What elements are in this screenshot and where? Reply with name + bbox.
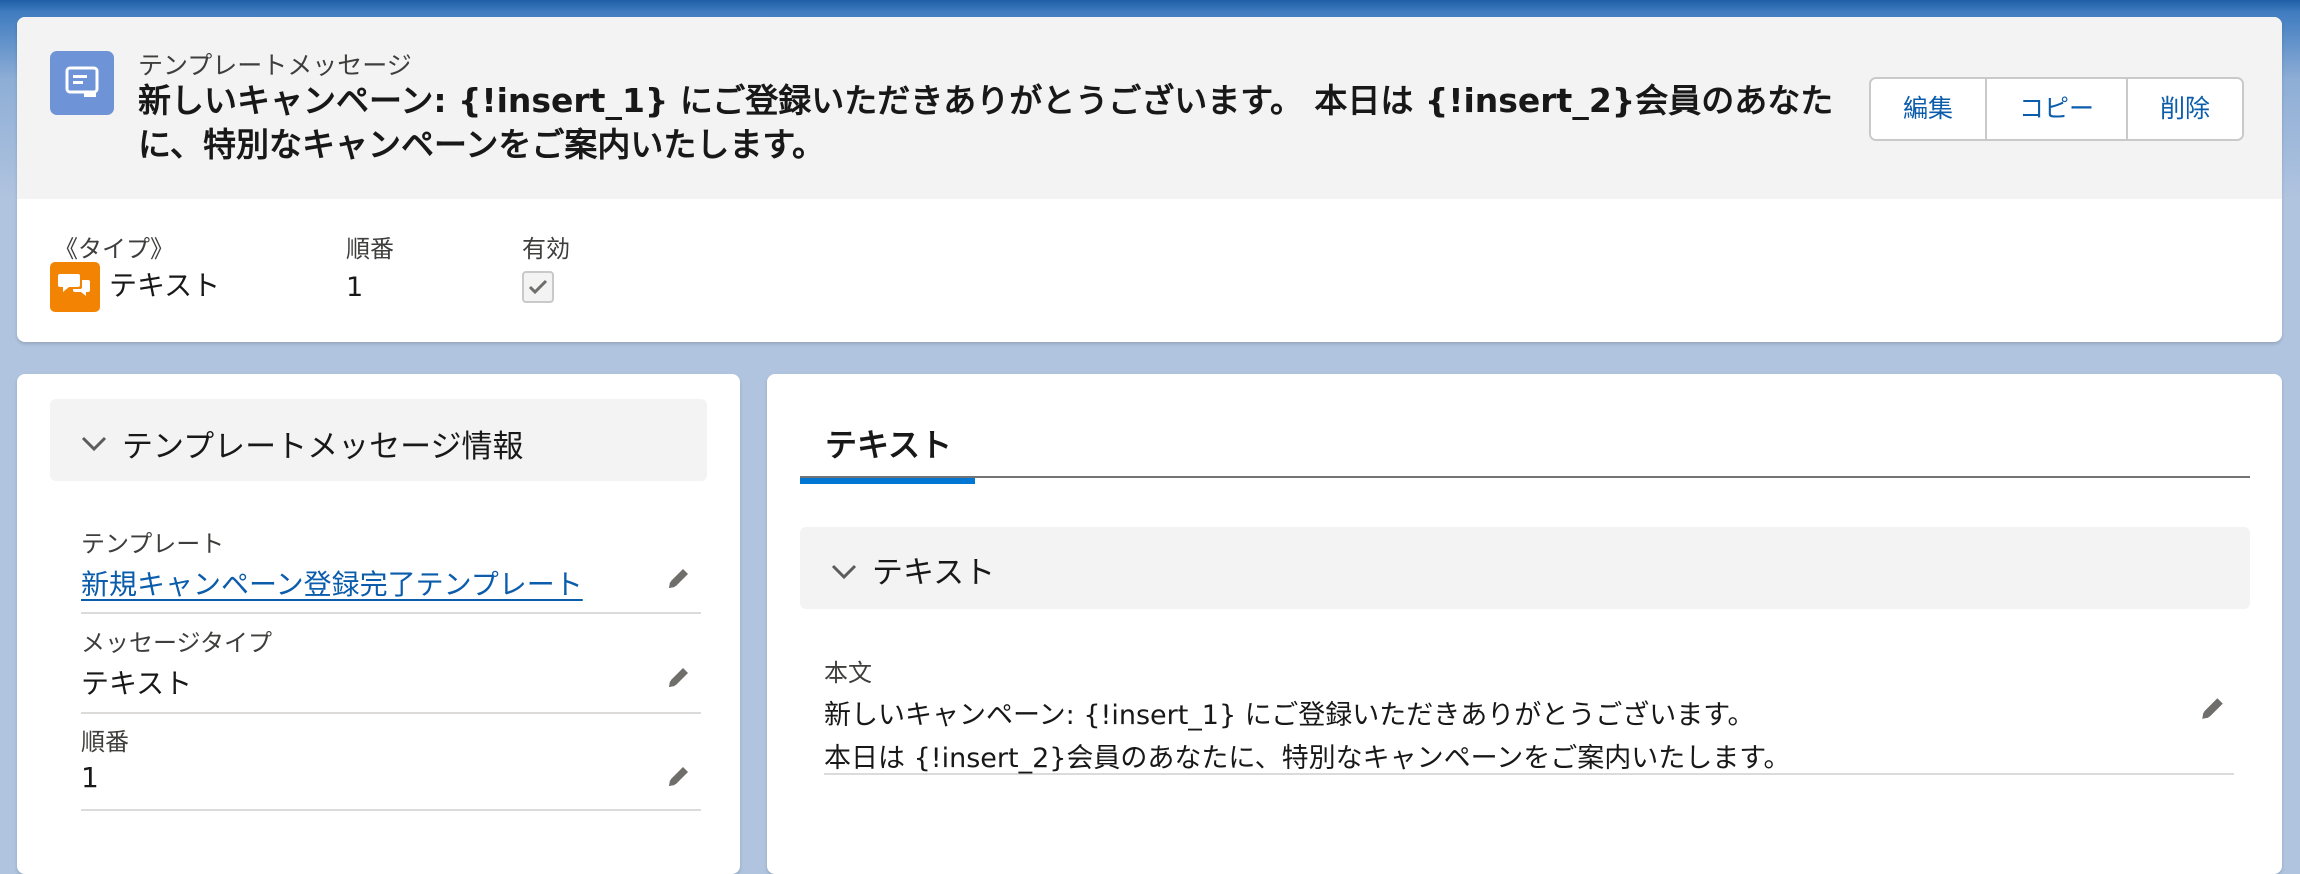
field-order-value: 1 [81, 761, 99, 794]
highlight-type: 《タイプ》 [54, 229, 174, 264]
text-card: テキスト テキスト 本文 新しいキャンペーン: {!insert_1} にご登録… [767, 374, 2282, 874]
record-header: テンプレートメッセージ 新しいキャンペーン: {!insert_1} にご登録い… [17, 17, 2282, 342]
text-section-title: テキスト [872, 555, 996, 591]
edit-pencil-icon[interactable] [665, 566, 691, 592]
edit-button[interactable]: 編集 [1871, 79, 1988, 139]
details-card: テンプレートメッセージ情報 テンプレート 新規キャンペーン登録完了テンプレート … [17, 374, 740, 874]
record-title: 新しいキャンペーン: {!insert_1} にご登録いただきありがとうございま… [138, 81, 1834, 164]
tab-text-label: テキスト [825, 426, 953, 464]
action-button-group: 編集 コピー 削除 [1869, 77, 2245, 141]
field-order-label: 順番 [81, 728, 129, 756]
object-label: テンプレートメッセージ [138, 51, 412, 80]
active-checkbox [522, 271, 554, 303]
field-body-value: 新しいキャンペーン: {!insert_1} にご登録いただきありがとうございま… [824, 694, 2234, 780]
body-line-1: 新しいキャンペーン: {!insert_1} にご登録いただきありがとうございま… [824, 700, 1755, 731]
field-message-type-label: メッセージタイプ [81, 629, 273, 657]
tab-text[interactable]: テキスト [800, 410, 975, 484]
field-message-type: メッセージタイプ テキスト [81, 623, 701, 714]
highlight-active-label: 有効 [522, 235, 570, 263]
highlight-type-value: テキスト [109, 269, 221, 302]
template-record-icon [50, 51, 114, 115]
field-message-type-value: テキスト [81, 667, 193, 700]
field-template-label: テンプレート [81, 530, 225, 558]
field-order: 順番 1 [81, 722, 701, 811]
highlight-active: 有効 [522, 229, 570, 264]
delete-button[interactable]: 削除 [2128, 79, 2243, 139]
chevron-down-icon [831, 564, 857, 580]
highlight-order-value: 1 [346, 272, 364, 303]
body-line-2: 本日は {!insert_2}会員のあなたに、特別なキャンペーンをご案内いたしま… [824, 743, 1791, 774]
tab-divider [800, 476, 2250, 478]
details-section-title: テンプレートメッセージ情報 [122, 429, 524, 465]
edit-pencil-icon[interactable] [665, 764, 691, 790]
chevron-down-icon [81, 436, 107, 452]
edit-pencil-icon[interactable] [2198, 695, 2226, 723]
copy-button[interactable]: コピー [1987, 79, 2129, 139]
template-link[interactable]: 新規キャンペーン登録完了テンプレート [81, 563, 701, 603]
highlight-order-label: 順番 [346, 235, 394, 263]
text-section-header[interactable]: テキスト [800, 527, 2250, 609]
details-section-header[interactable]: テンプレートメッセージ情報 [50, 399, 707, 481]
edit-pencil-icon[interactable] [665, 665, 691, 691]
field-template: テンプレート 新規キャンペーン登録完了テンプレート [81, 524, 701, 614]
chat-bubbles-icon [50, 262, 100, 312]
highlight-type-label: 《タイプ》 [54, 235, 174, 263]
highlight-order: 順番 1 [346, 229, 394, 303]
checkmark-icon [528, 279, 548, 295]
field-body-label: 本文 [824, 659, 872, 687]
field-body: 本文 新しいキャンペーン: {!insert_1} にご登録いただきありがとうご… [824, 653, 2234, 775]
